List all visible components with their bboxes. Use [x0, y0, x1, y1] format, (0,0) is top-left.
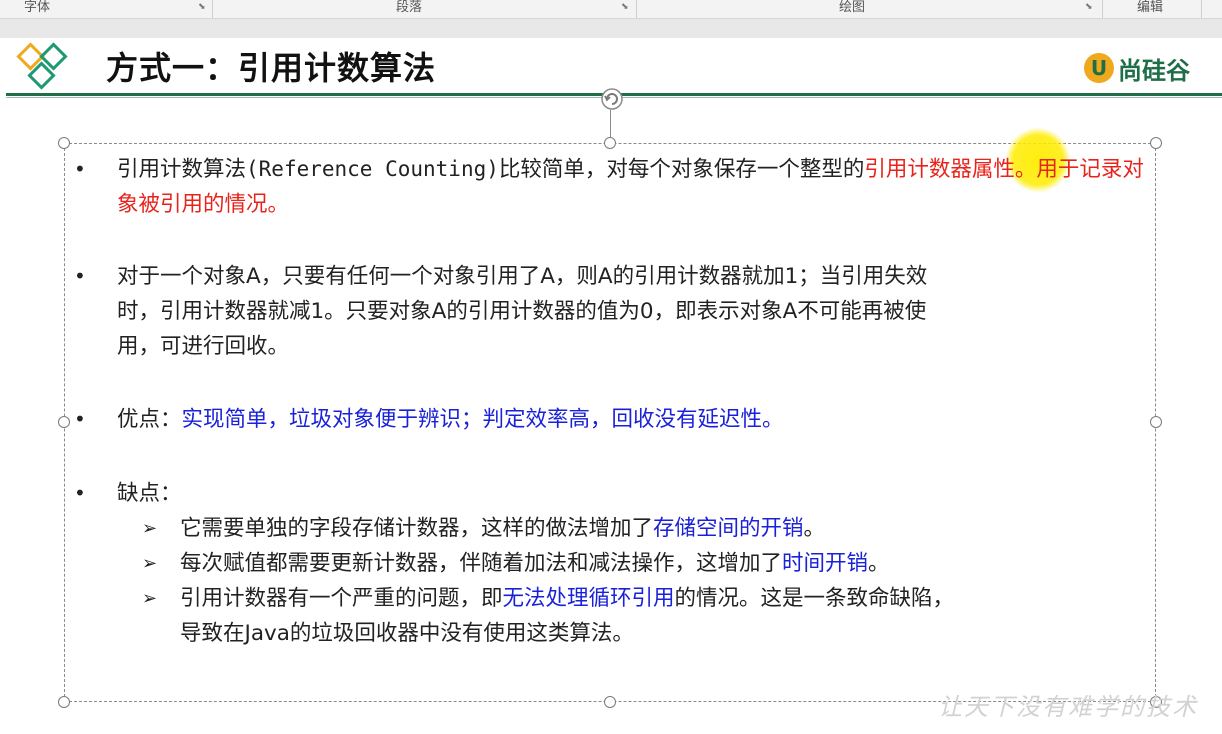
resize-handle-left[interactable] — [58, 416, 70, 428]
text-run: 的情况。这是一条致命缺陷， — [674, 586, 955, 611]
text-line: 时，引用计数器就减1。只要对象A的引用计数器的值为0，即表示对象A不可能再被使 — [117, 299, 927, 324]
arrow-bullet-icon: ➢ — [142, 553, 158, 574]
resize-handle-bottom-left[interactable] — [58, 696, 70, 708]
text-run: 每次赋值都需要更新计数器，伴随着加法和减法操作，这增加了 — [180, 551, 783, 576]
brand-logo: U 尚硅谷 — [1084, 51, 1190, 85]
resize-handle-bottom[interactable] — [604, 696, 616, 708]
bullet-text: 引用计数算法(Reference Counting)比较简单，对每个对象保存一个… — [117, 152, 1147, 222]
bullet-text: 优点：实现简单，垃圾对象便于辨识；判定效率高，回收没有延迟性。 — [117, 402, 1147, 437]
resize-handle-top-left[interactable] — [58, 137, 70, 149]
text-run: 。 — [868, 551, 890, 576]
bullet-icon: • — [74, 481, 86, 505]
ribbon-group-editing[interactable]: 编辑 — [1103, 0, 1202, 18]
sub-bullet-text: 每次赋值都需要更新计数器，伴随着加法和减法操作，这增加了时间开销。 — [180, 546, 1145, 581]
ribbon-group-label: 段落 — [396, 0, 423, 15]
ribbon-bar: 字体 ⬊ 段落 ⬊ 绘图 ⬊ 编辑 — [0, 0, 1222, 19]
ribbon-group-paragraph[interactable]: 段落 ⬊ — [213, 0, 637, 18]
cons-label: 缺点： — [117, 481, 182, 506]
diamond-logo-icon — [16, 42, 68, 90]
ribbon-group-drawing[interactable]: 绘图 ⬊ — [637, 0, 1103, 18]
ribbon-group-font[interactable]: 字体 ⬊ — [0, 0, 213, 18]
resize-handle-top[interactable] — [604, 137, 616, 149]
bullet-icon: • — [74, 157, 86, 181]
text-run: 。 — [803, 516, 826, 541]
workspace-background — [0, 19, 1222, 38]
resize-handle-right[interactable] — [1150, 416, 1162, 428]
bullet-text: 缺点： — [117, 476, 1147, 511]
text-line: 用，可进行回收。 — [117, 334, 290, 359]
bullet-icon: • — [74, 264, 86, 288]
sub-bullet-text: 引用计数器有一个严重的问题，即无法处理循环引用的情况。这是一条致命缺陷， 导致在… — [180, 581, 1145, 651]
text-run: 比较简单，对每个对象保存一个整型的 — [498, 157, 865, 182]
slide-title: 方式一：引用计数算法 — [106, 49, 437, 87]
text-run: 它需要单独的字段存储计数器，这样的做法增加了 — [180, 516, 654, 541]
rotate-handle-icon[interactable] — [599, 86, 625, 112]
dialog-launcher-icon[interactable]: ⬊ — [198, 3, 207, 12]
resize-handle-top-right[interactable] — [1150, 137, 1162, 149]
ribbon-group-label: 绘图 — [839, 0, 866, 15]
text-line: 对于一个对象A，只要有任何一个对象引用了A，则A的引用计数器就加1；当引用失效 — [117, 264, 928, 289]
text-run-mono: (Reference Counting) — [246, 157, 499, 181]
text-run: 引用计数算法 — [117, 157, 247, 182]
arrow-bullet-icon: ➢ — [142, 518, 158, 539]
dialog-launcher-icon[interactable]: ⬊ — [1085, 3, 1094, 12]
bullet-icon: • — [74, 407, 86, 431]
pros-label: 优点： — [117, 407, 182, 432]
arrow-bullet-icon: ➢ — [142, 588, 158, 609]
ribbon-group-label: 字体 — [24, 0, 51, 15]
brand-name: 尚硅谷 — [1118, 56, 1190, 85]
text-run-blue: 存储空间的开销 — [653, 516, 804, 541]
brand-mark-icon: U — [1084, 53, 1114, 83]
text-run-blue: 时间开销 — [782, 551, 869, 576]
ribbon-group-label: 编辑 — [1137, 0, 1164, 15]
bullet-text: 对于一个对象A，只要有任何一个对象引用了A，则A的引用计数器就加1；当引用失效 … — [117, 259, 1147, 364]
watermark-text: 让天下没有难学的技术 — [938, 693, 1198, 721]
text-run: 引用计数器有一个严重的问题，即 — [180, 586, 503, 611]
text-run-blue: 无法处理循环引用 — [502, 586, 675, 611]
dialog-launcher-icon[interactable]: ⬊ — [621, 3, 630, 12]
pros-text: 实现简单，垃圾对象便于辨识；判定效率高，回收没有延迟性。 — [181, 407, 784, 432]
text-line: 导致在Java的垃圾回收器中没有使用这类算法。 — [180, 621, 634, 646]
sub-bullet-text: 它需要单独的字段存储计数器，这样的做法增加了存储空间的开销。 — [180, 511, 1145, 546]
